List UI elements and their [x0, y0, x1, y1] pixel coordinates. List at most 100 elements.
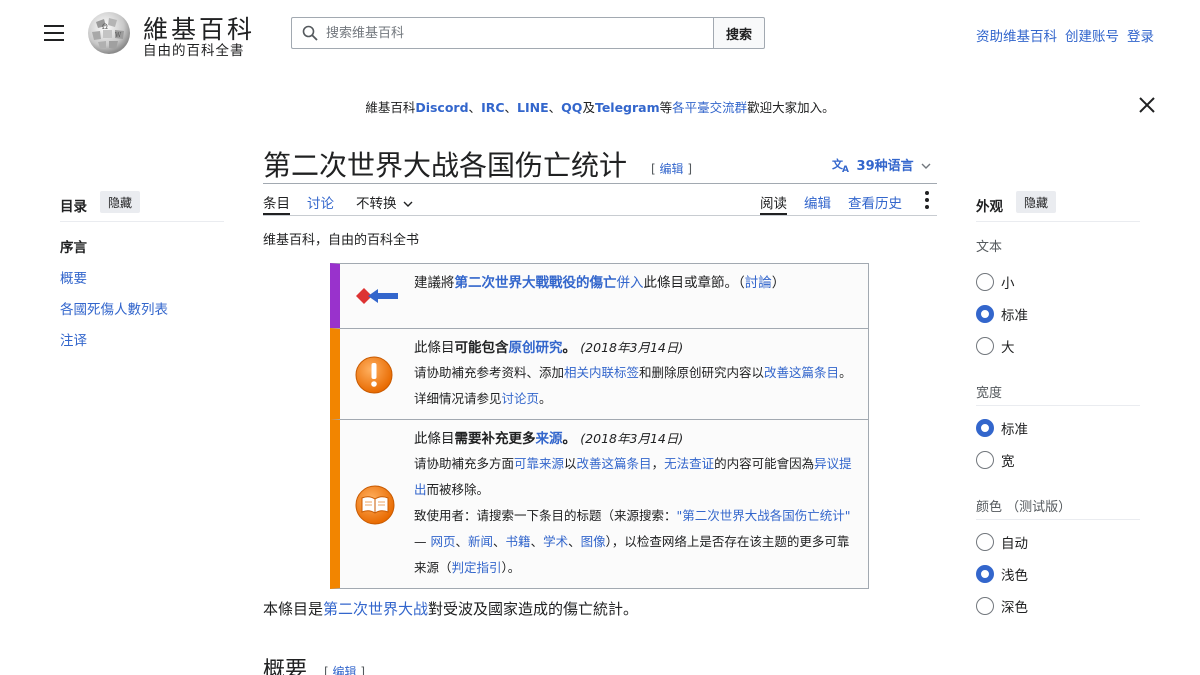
source-search-link[interactable]: "第二次世界大战各国伤亡统计"	[677, 508, 851, 523]
language-count: 39种语言	[856, 159, 914, 174]
search-box[interactable]	[291, 17, 714, 49]
radio-width-standard[interactable]	[976, 419, 994, 437]
community-groups-link[interactable]: 各平臺交流群	[672, 100, 747, 115]
radio-color-auto[interactable]	[976, 533, 994, 551]
sources-link[interactable]: 来源	[536, 431, 563, 447]
create-account-link[interactable]: 创建账号	[1065, 29, 1119, 45]
more-tools-icon[interactable]	[925, 191, 931, 209]
color-label: 颜色 （测试版）	[976, 500, 1072, 515]
appearance-divider	[976, 405, 1140, 406]
svg-text:A: A	[842, 165, 849, 173]
irc-link[interactable]: IRC	[481, 100, 504, 115]
search-button[interactable]: 搜索	[713, 17, 765, 49]
title-edit-section: [ 编辑 ]	[651, 162, 693, 176]
tab-talk[interactable]: 讨论	[307, 192, 334, 212]
search-input[interactable]	[326, 23, 696, 43]
title-divider	[263, 183, 937, 184]
variant-dropdown[interactable]: 不转换	[356, 192, 413, 212]
logo-tagline: 自由的百科全書	[143, 43, 245, 59]
toc-item-overview[interactable]: 概要	[60, 267, 87, 287]
site-subtitle: 维基百科，自由的百科全书	[263, 233, 420, 248]
color-auto[interactable]: 自动	[976, 532, 1028, 552]
login-link[interactable]: 登录	[1127, 29, 1154, 45]
discord-link[interactable]: Discord	[415, 100, 468, 115]
toc-item-notes[interactable]: 注译	[60, 329, 87, 349]
verifiability-link[interactable]: 无法查证	[664, 456, 714, 471]
section-edit: [ 编辑 ]	[324, 663, 365, 675]
merge-into-link[interactable]: 併入	[617, 275, 644, 291]
appearance-hide-button[interactable]: 隐藏	[1016, 191, 1057, 213]
site-notice: 維基百科Discord、IRC、LINE、QQ及Telegram等各平臺交流群歡…	[365, 100, 835, 115]
radio-width-wide[interactable]	[976, 451, 994, 469]
wikipedia-globe-icon[interactable]: Ω W	[84, 10, 134, 56]
radio-color-light[interactable]	[976, 565, 994, 583]
text-size-standard[interactable]: 标准	[976, 304, 1028, 324]
book-icon	[355, 485, 395, 525]
merge-target-link[interactable]: 第二次世界大戰戰役的傷亡	[455, 275, 617, 291]
color-light[interactable]: 浅色	[976, 564, 1028, 584]
merge-arrow-icon	[356, 288, 398, 304]
appearance-divider	[976, 519, 1140, 520]
tab-article[interactable]: 条目	[263, 192, 290, 215]
toc-item-intro[interactable]: 序言	[60, 236, 87, 256]
radio-standard[interactable]	[976, 305, 994, 323]
qq-link[interactable]: QQ	[561, 100, 582, 115]
appearance-heading: 外观	[976, 199, 1003, 215]
svg-text:Ω: Ω	[102, 23, 108, 31]
donate-link[interactable]: 资助维基百科	[976, 29, 1057, 45]
merge-notice: 建議將第二次世界大戰戰役的傷亡併入此條目或章節。（討論）	[330, 263, 869, 329]
warning-icon	[355, 356, 393, 394]
page-title: 第二次世界大战各国伤亡统计	[263, 149, 628, 182]
toc-item-casualty-list[interactable]: 各國死傷人數列表	[60, 298, 168, 318]
text-size-label: 文本	[976, 240, 1003, 255]
guideline-link[interactable]: 判定指引	[452, 560, 502, 575]
personal-tools: 资助维基百科 创建账号 登录	[968, 25, 1154, 45]
improve-article-link[interactable]: 改善这篇条目	[764, 365, 839, 380]
width-label: 宽度	[976, 386, 1003, 401]
text-size-large[interactable]: 大	[976, 336, 1015, 356]
tab-history[interactable]: 查看历史	[848, 192, 902, 212]
toc-hide-button[interactable]: 隐藏	[100, 191, 141, 213]
tabs-divider	[263, 215, 937, 216]
search-web-link[interactable]: 网页	[430, 534, 455, 549]
talk-page-link[interactable]: 讨论页	[502, 391, 540, 406]
toc-divider	[60, 221, 224, 222]
line-link[interactable]: LINE	[517, 100, 549, 115]
original-research-link[interactable]: 原创研究	[509, 340, 563, 356]
title-edit-link[interactable]: 编辑	[660, 162, 684, 176]
appearance-divider	[976, 221, 1140, 222]
original-research-notice: 此條目可能包含原创研究。 (2018年3月14日) 请协助補充参考资料、添加相关…	[330, 328, 869, 420]
radio-color-dark[interactable]	[976, 597, 994, 615]
width-standard[interactable]: 标准	[976, 418, 1028, 438]
chevron-down-icon	[921, 163, 931, 169]
svg-text:W: W	[115, 32, 122, 39]
tab-read[interactable]: 阅读	[760, 192, 787, 215]
section-edit-link[interactable]: 编辑	[333, 665, 357, 675]
search-icon	[302, 25, 318, 41]
merge-discuss-link[interactable]: 討論	[745, 275, 772, 291]
toc-heading: 目录	[60, 199, 87, 215]
section-heading-overview: 概要	[263, 658, 308, 675]
search-books-link[interactable]: 书籍	[506, 534, 531, 549]
close-icon[interactable]	[1138, 96, 1156, 114]
search-scholar-link[interactable]: 学术	[543, 534, 568, 549]
search-news-link[interactable]: 新闻	[468, 534, 493, 549]
text-size-small[interactable]: 小	[976, 272, 1015, 292]
radio-small[interactable]	[976, 273, 994, 291]
translate-icon: 文 A	[832, 157, 849, 175]
tab-edit[interactable]: 编辑	[804, 192, 831, 212]
chevron-down-icon	[403, 201, 413, 207]
telegram-link[interactable]: Telegram	[595, 100, 660, 115]
search-images-link[interactable]: 图像	[581, 534, 606, 549]
reliable-sources-link[interactable]: 可靠来源	[514, 456, 564, 471]
lead-paragraph: 本條目是第二次世界大战對受波及國家造成的傷亡統計。	[263, 600, 639, 618]
wwii-link[interactable]: 第二次世界大战	[323, 600, 428, 618]
inline-tags-link[interactable]: 相关内联标签	[564, 365, 639, 380]
radio-large[interactable]	[976, 337, 994, 355]
color-dark[interactable]: 深色	[976, 596, 1028, 616]
improve-article-link[interactable]: 改善这篇条目	[577, 456, 652, 471]
main-menu-button[interactable]	[44, 25, 64, 41]
width-wide[interactable]: 宽	[976, 450, 1015, 470]
more-sources-notice: 此條目需要补充更多来源。 (2018年3月14日) 请协助補充多方面可靠来源以改…	[330, 419, 869, 589]
language-button[interactable]: 文 A 39种语言	[832, 155, 931, 175]
